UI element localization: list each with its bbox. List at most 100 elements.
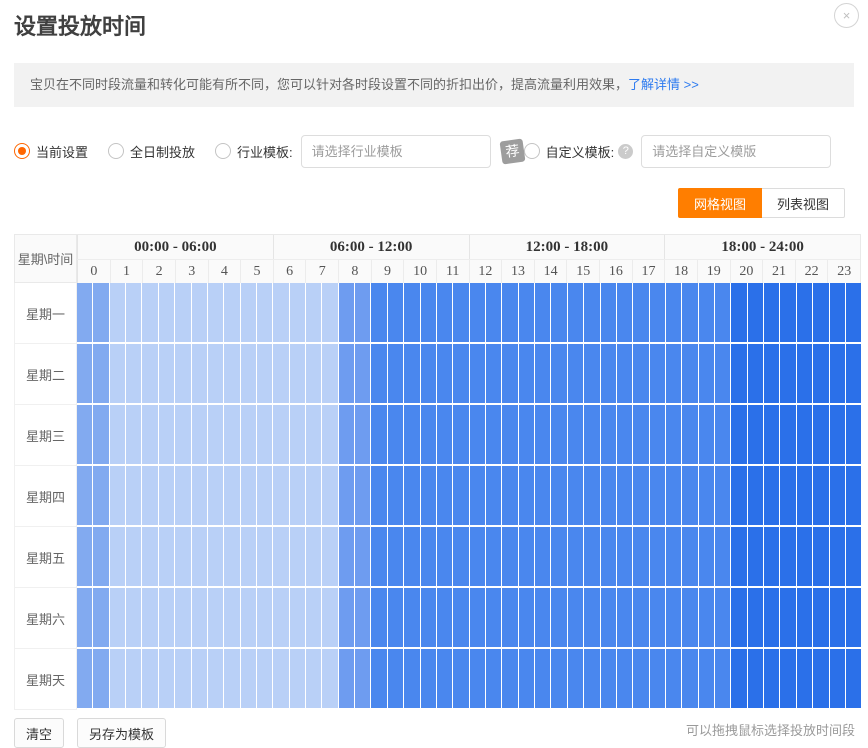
time-cell[interactable] (322, 405, 337, 464)
time-cell[interactable] (77, 466, 92, 525)
time-cell[interactable] (404, 649, 419, 708)
time-cell[interactable] (208, 405, 223, 464)
time-cell[interactable] (699, 344, 714, 403)
time-cell[interactable] (290, 649, 305, 708)
time-cell[interactable] (601, 649, 616, 708)
time-cell[interactable] (830, 405, 845, 464)
time-cell[interactable] (731, 649, 746, 708)
time-cell[interactable] (437, 344, 452, 403)
learn-more-link[interactable]: 了解详情 >> (628, 77, 699, 92)
time-cell[interactable] (371, 405, 386, 464)
time-cell[interactable] (650, 344, 665, 403)
time-cell[interactable] (126, 588, 141, 647)
time-cell[interactable] (486, 344, 501, 403)
time-cell[interactable] (322, 466, 337, 525)
time-cell[interactable] (633, 405, 648, 464)
time-cell[interactable] (568, 588, 583, 647)
time-cell[interactable] (339, 344, 354, 403)
save-as-template-button[interactable]: 另存为模板 (77, 718, 166, 748)
time-cell[interactable] (535, 405, 550, 464)
time-cell[interactable] (371, 466, 386, 525)
time-cell[interactable] (601, 283, 616, 342)
time-cell[interactable] (306, 649, 321, 708)
time-cell[interactable] (470, 466, 485, 525)
time-cell[interactable] (273, 344, 288, 403)
time-cell[interactable] (584, 283, 599, 342)
time-cell[interactable] (388, 283, 403, 342)
time-cell[interactable] (126, 527, 141, 586)
time-cell[interactable] (273, 283, 288, 342)
time-cell[interactable] (110, 283, 125, 342)
time-cell[interactable] (126, 283, 141, 342)
time-cell[interactable] (355, 649, 370, 708)
time-cell[interactable] (208, 649, 223, 708)
time-cell[interactable] (93, 344, 108, 403)
time-cell[interactable] (208, 588, 223, 647)
time-cell[interactable] (142, 283, 157, 342)
time-cell[interactable] (421, 588, 436, 647)
time-cell[interactable] (486, 649, 501, 708)
time-cell[interactable] (388, 344, 403, 403)
time-cell[interactable] (535, 527, 550, 586)
time-cell[interactable] (519, 344, 534, 403)
radio-icon[interactable] (215, 143, 231, 159)
time-cell[interactable] (601, 466, 616, 525)
time-cell[interactable] (731, 527, 746, 586)
time-cell[interactable] (748, 588, 763, 647)
time-cell[interactable] (764, 527, 779, 586)
time-cell[interactable] (208, 344, 223, 403)
time-cell[interactable] (175, 588, 190, 647)
time-cell[interactable] (322, 344, 337, 403)
time-cell[interactable] (371, 649, 386, 708)
time-cell[interactable] (617, 466, 632, 525)
time-cell[interactable] (584, 344, 599, 403)
time-cell[interactable] (77, 588, 92, 647)
time-cell[interactable] (568, 466, 583, 525)
time-cell[interactable] (633, 466, 648, 525)
grid-view-button[interactable]: 网格视图 (678, 188, 762, 218)
radio-selected-icon[interactable] (14, 143, 30, 159)
time-cell[interactable] (813, 283, 828, 342)
time-cell[interactable] (519, 527, 534, 586)
time-cell[interactable] (421, 283, 436, 342)
time-cell[interactable] (699, 527, 714, 586)
time-cell[interactable] (388, 466, 403, 525)
time-cell[interactable] (813, 405, 828, 464)
time-cell[interactable] (699, 649, 714, 708)
time-cell[interactable] (519, 466, 534, 525)
time-cell[interactable] (453, 283, 468, 342)
time-cell[interactable] (224, 283, 239, 342)
time-cell[interactable] (93, 588, 108, 647)
time-cell[interactable] (764, 649, 779, 708)
time-cell[interactable] (110, 405, 125, 464)
time-cell[interactable] (780, 649, 795, 708)
time-cell[interactable] (650, 466, 665, 525)
time-cell[interactable] (142, 466, 157, 525)
time-cell[interactable] (568, 344, 583, 403)
time-cell[interactable] (93, 466, 108, 525)
time-cell[interactable] (404, 283, 419, 342)
time-cell[interactable] (682, 527, 697, 586)
time-cell[interactable] (650, 283, 665, 342)
time-cell[interactable] (502, 283, 517, 342)
time-cell[interactable] (633, 649, 648, 708)
time-cell[interactable] (797, 466, 812, 525)
radio-fulltime[interactable]: 全日制投放 (108, 142, 195, 161)
time-cell[interactable] (830, 466, 845, 525)
time-cell[interactable] (126, 405, 141, 464)
time-cell[interactable] (830, 527, 845, 586)
time-cell[interactable] (241, 588, 256, 647)
time-cell[interactable] (666, 649, 681, 708)
time-cell[interactable] (830, 649, 845, 708)
time-cell[interactable] (633, 588, 648, 647)
time-cell[interactable] (322, 283, 337, 342)
time-cell[interactable] (715, 344, 730, 403)
time-cell[interactable] (175, 405, 190, 464)
time-cell[interactable] (568, 283, 583, 342)
time-cell[interactable] (192, 466, 207, 525)
time-cell[interactable] (650, 588, 665, 647)
time-cell[interactable] (715, 283, 730, 342)
time-cell[interactable] (290, 527, 305, 586)
time-cell[interactable] (650, 405, 665, 464)
time-cell[interactable] (584, 527, 599, 586)
